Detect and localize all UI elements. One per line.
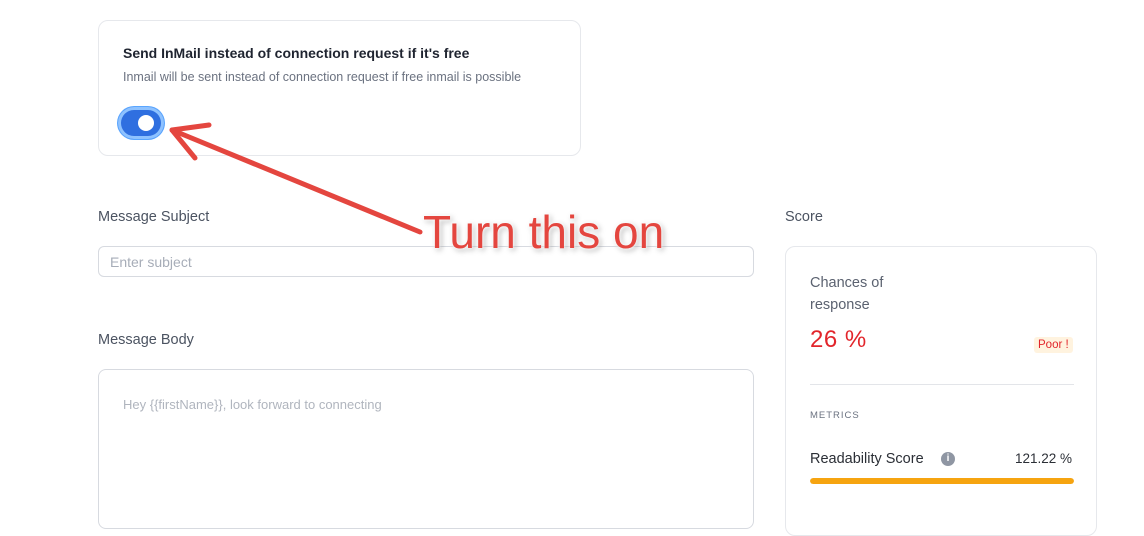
metrics-heading: METRICS xyxy=(810,410,860,421)
divider xyxy=(810,384,1074,385)
readability-score-bar-fill xyxy=(810,478,1074,484)
score-label: Score xyxy=(785,209,823,225)
readability-score-value: 121.22 % xyxy=(1014,451,1072,466)
inmail-toggle[interactable] xyxy=(118,107,164,139)
inmail-setting-card: Send InMail instead of connection reques… xyxy=(98,20,581,156)
score-card: Chances of response 26 % Poor ! METRICS … xyxy=(785,246,1097,536)
message-subject-label: Message Subject xyxy=(98,209,210,225)
info-icon[interactable]: i xyxy=(941,452,955,466)
chances-of-response-label: Chances of response xyxy=(810,275,884,313)
message-body-label: Message Body xyxy=(98,332,194,348)
annotation-text: Turn this on xyxy=(423,206,665,258)
readability-score-label: Readability Score xyxy=(810,451,924,467)
rating-badge: Poor ! xyxy=(1034,337,1073,353)
readability-score-bar xyxy=(810,478,1074,484)
inmail-setting-title: Send InMail instead of connection reques… xyxy=(123,45,470,61)
message-body-textarea[interactable]: Hey {{firstName}}, look forward to conne… xyxy=(98,369,754,529)
message-body-placeholder: Hey {{firstName}}, look forward to conne… xyxy=(123,397,382,412)
toggle-knob xyxy=(138,115,154,131)
inmail-setting-description: Inmail will be sent instead of connectio… xyxy=(123,70,522,84)
response-percentage: 26 % xyxy=(810,326,867,353)
